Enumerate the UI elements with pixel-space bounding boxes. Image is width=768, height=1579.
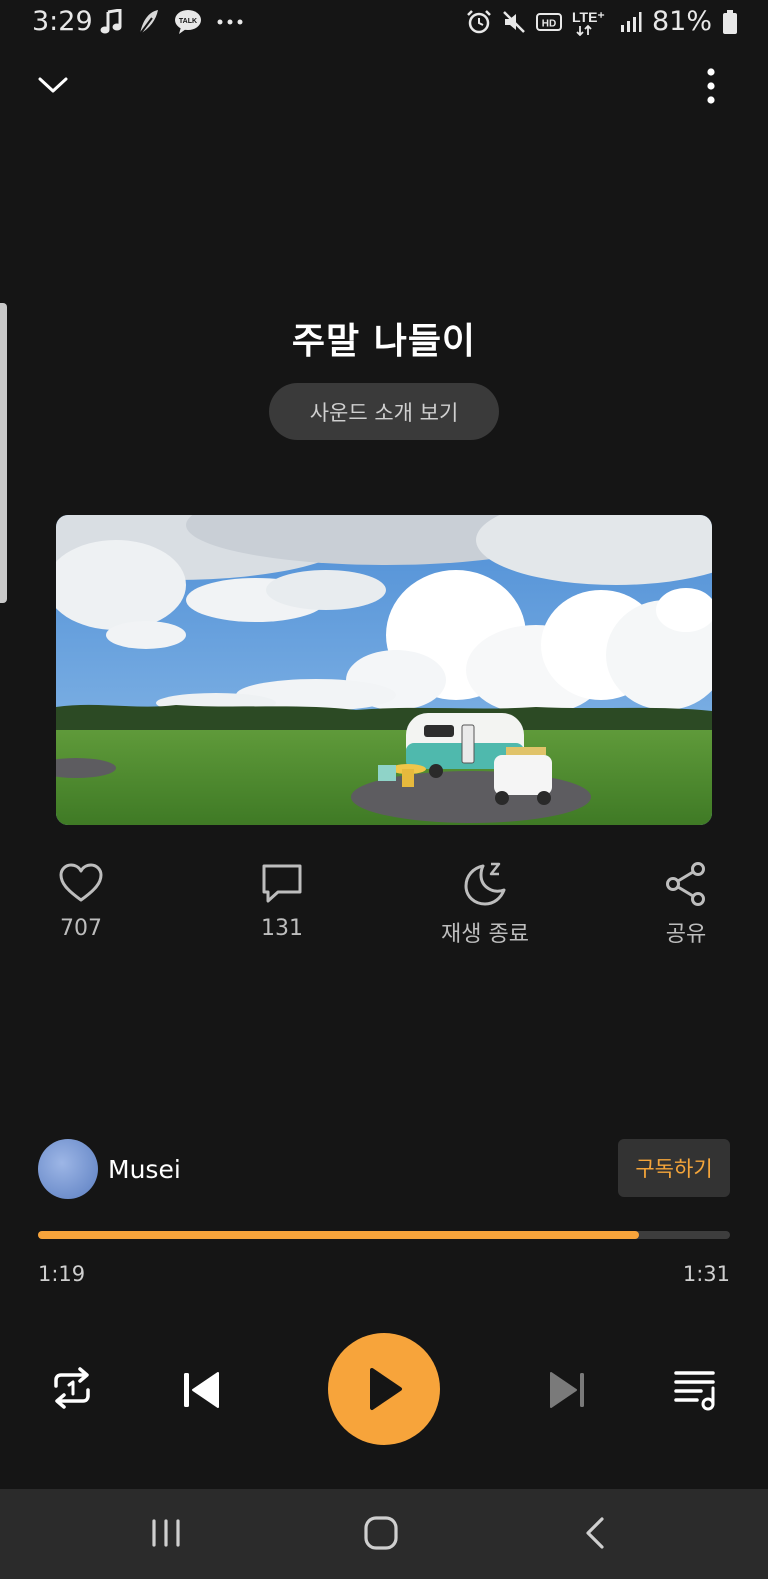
creator-name[interactable]: Musei [108, 1155, 181, 1184]
track-title: 주말 나들이 [291, 321, 477, 362]
skip-next-icon[interactable] [545, 1368, 589, 1412]
music-note-icon [100, 9, 122, 34]
album-artwork [56, 515, 712, 825]
recent-apps-icon[interactable] [144, 1511, 188, 1555]
hd-icon: HD [535, 12, 562, 31]
mute-icon [503, 10, 525, 33]
avatar[interactable] [38, 1139, 98, 1199]
system-nav-bar [0, 1489, 768, 1579]
hd-label: HD [542, 18, 556, 29]
more-dots-icon [217, 19, 243, 25]
status-time: 3:29 [32, 6, 93, 37]
sound-intro-button[interactable]: 사운드 소개 보기 [269, 383, 499, 440]
play-button[interactable] [328, 1333, 440, 1445]
playlist-icon[interactable] [673, 1366, 719, 1412]
skip-previous-icon[interactable] [180, 1368, 224, 1412]
total-time: 1:31 [682, 1262, 730, 1286]
comment-action[interactable]: 131 [212, 860, 352, 941]
current-time: 1:19 [38, 1262, 86, 1286]
kakaotalk-icon: TALK [175, 10, 201, 34]
share-label: 공유 [665, 922, 707, 947]
battery-percent: 81% [651, 6, 712, 37]
chevron-down-icon[interactable] [34, 66, 72, 104]
alarm-icon [467, 9, 491, 33]
back-icon[interactable] [574, 1511, 618, 1555]
sleep-timer-action[interactable]: 재생 종료 [415, 860, 555, 948]
notification-icons: TALK [100, 8, 244, 36]
share-action[interactable]: 공유 [616, 860, 756, 948]
feather-icon [139, 10, 158, 35]
comment-count: 131 [261, 916, 303, 941]
seek-bar[interactable] [38, 1231, 730, 1239]
status-bar: 3:29 TALK HD LTE⁺ 81% [0, 0, 768, 48]
creator-info[interactable]: Musei [38, 1139, 181, 1199]
share-icon[interactable] [662, 860, 710, 908]
moon-sleep-icon[interactable] [461, 860, 509, 908]
sleep-timer-label: 재생 종료 [441, 922, 529, 947]
more-options-icon[interactable] [696, 66, 726, 106]
action-row: 707 131 재생 종료 공유 [0, 860, 768, 950]
home-icon[interactable] [359, 1511, 403, 1555]
signal-icon [620, 11, 642, 32]
seek-bar-fill [38, 1231, 639, 1239]
comment-icon[interactable] [258, 860, 306, 908]
system-icons: HD LTE⁺ 81% [466, 6, 738, 37]
battery-icon [723, 9, 737, 34]
talk-label: TALK [179, 18, 197, 25]
heart-icon[interactable] [57, 860, 105, 908]
play-icon[interactable] [362, 1366, 406, 1412]
subscribe-button[interactable]: 구독하기 [618, 1139, 730, 1197]
like-count: 707 [60, 916, 102, 941]
repeat-one-icon[interactable] [48, 1364, 96, 1412]
like-action[interactable]: 707 [11, 860, 151, 941]
lte-label: LTE⁺ [572, 9, 605, 25]
lte-icon: LTE⁺ [572, 9, 605, 36]
